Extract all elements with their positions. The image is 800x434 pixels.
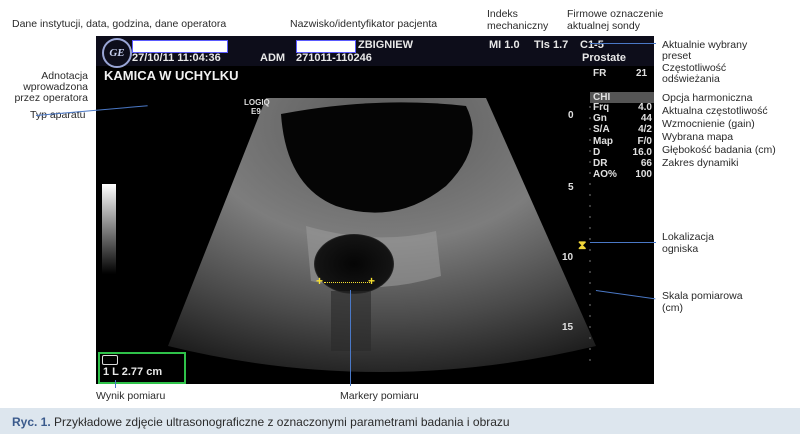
- ultrasound-screen: GE ZBIGNIEW 27/10/11 11:04:36 ADM 271011…: [96, 36, 654, 384]
- param-value-5: 66: [640, 158, 652, 169]
- label-frequency: Aktualna częstotliwość: [662, 105, 768, 117]
- label-refresh-2: odświeżania: [662, 73, 720, 85]
- label-measurement-result: Wynik pomiaru: [96, 390, 166, 402]
- device-model: LOGIQ: [244, 98, 270, 107]
- grayscale-bar: [102, 184, 116, 274]
- param-value-3: F/0: [637, 135, 652, 147]
- scale-tick-10: 10: [562, 252, 574, 263]
- param-value-0: 4.0: [638, 102, 652, 113]
- param-value-2: 4/2: [638, 124, 652, 136]
- mechanical-index: MI 1.0: [489, 39, 520, 51]
- patient-name: ZBIGNIEW: [358, 39, 413, 51]
- caliper-icon: [102, 355, 118, 365]
- param-key-3: Map: [593, 135, 613, 147]
- label-mechanical-index-1: Indeks: [487, 8, 518, 20]
- leader-result: [115, 380, 116, 388]
- measurement-result: 1 L 2.77 cm: [103, 366, 163, 378]
- device-version: E9: [251, 107, 261, 116]
- label-map: Wybrana mapa: [662, 131, 734, 143]
- label-depth: Głębokość badania (cm): [662, 144, 776, 156]
- ge-logo: GE: [102, 38, 132, 68]
- focus-marker: ⧗: [578, 238, 587, 252]
- label-dynamic-range: Zakres dynamiki: [662, 157, 739, 169]
- patient-id: 271011-110246: [296, 52, 372, 64]
- scale-tick-0: 0: [568, 110, 574, 121]
- label-probe-2: aktualnej sondy: [567, 20, 640, 32]
- label-focus-1: Lokalizacja: [662, 231, 714, 243]
- param-value-1: 44: [640, 113, 652, 125]
- param-value-4: 16.0: [632, 146, 652, 158]
- label-probe-1: Firmowe oznaczenie: [567, 8, 664, 20]
- label-focus-2: ogniska: [662, 243, 699, 255]
- caption-text: Przykładowe zdjęcie ultrasonograficzne z…: [50, 415, 510, 429]
- figure-caption: Ryc. 1. Przykładowe zdjęcie ultrasonogra…: [12, 415, 510, 429]
- measurement-line: [324, 282, 370, 284]
- leader-focus: [590, 242, 656, 243]
- leader-preset: [590, 43, 656, 44]
- scale-tick-15: 15: [562, 322, 574, 333]
- leader-markers: [350, 290, 351, 386]
- preset-name: Prostate: [582, 52, 627, 64]
- probe-name: C1-5: [580, 39, 604, 51]
- scale-tick-5: 5: [568, 182, 574, 193]
- label-measurement-markers: Markery pomiaru: [340, 390, 419, 402]
- param-key-5: DR: [593, 158, 608, 169]
- param-key-1: Gn: [593, 113, 607, 125]
- label-institution-data: Dane instytucji, data, godzina, dane ope…: [12, 18, 227, 30]
- param-key-4: D: [593, 146, 601, 158]
- label-gain: Wzmocnienie (gain): [662, 118, 755, 130]
- diverticulum: [314, 234, 394, 294]
- param-value-6: 100: [635, 169, 652, 181]
- label-scale-2: (cm): [662, 302, 683, 314]
- thermal-index: TIs 1.7: [534, 39, 569, 51]
- operator-annotation: KAMICA W UCHYLKU: [104, 68, 239, 83]
- marker-right: +: [368, 274, 376, 288]
- param-key-0: Frq: [593, 102, 610, 113]
- frame-rate-value: 21: [636, 68, 648, 79]
- label-preset-2: preset: [662, 50, 692, 62]
- operator: ADM: [260, 52, 286, 64]
- label-patient-id: Nazwisko/identyfikator pacjenta: [290, 18, 438, 30]
- label-operator-note-3: przez operatora: [14, 92, 88, 104]
- label-scale-1: Skala pomiarowa: [662, 290, 743, 302]
- label-mechanical-index-2: mechaniczny: [487, 20, 549, 32]
- param-key-2: S/A: [593, 124, 610, 136]
- caption-prefix: Ryc. 1.: [12, 415, 51, 429]
- label-harmonic: Opcja harmoniczna: [662, 92, 753, 104]
- param-key-6: AO%: [593, 169, 617, 181]
- frame-rate-label: FR: [593, 68, 607, 79]
- marker-left: +: [316, 274, 324, 288]
- date-time: 27/10/11 11:04:36: [132, 52, 221, 64]
